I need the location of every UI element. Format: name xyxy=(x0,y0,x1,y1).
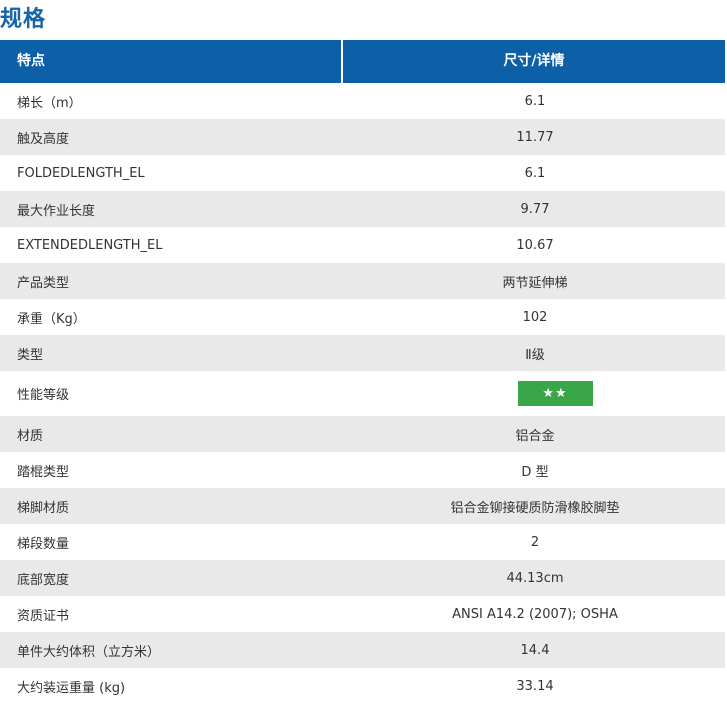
table-row: 底部宽度 44.13cm xyxy=(0,560,725,596)
row-label: 梯长（m） xyxy=(17,95,82,111)
row-label: 性能等级 xyxy=(17,388,70,403)
row-value: 铝合金 xyxy=(515,428,555,444)
row-label: 梯段数量 xyxy=(17,536,70,552)
row-label: 最大作业长度 xyxy=(17,203,96,219)
table-row: 大约装运重量 (kg) 33.14 xyxy=(0,668,725,704)
table-row: 性能等级 ★★ xyxy=(0,371,725,416)
spec-page: 规格 特点 尺寸/详情 梯长（m） 6.1 触及高度 11.77 FOLDEDL… xyxy=(0,0,727,710)
row-value: 44.13cm xyxy=(506,570,564,586)
row-label: 底部宽度 xyxy=(17,572,70,588)
row-value: Ⅱ级 xyxy=(525,347,545,363)
row-label: 单件大约体积（立方米） xyxy=(17,644,161,660)
table-row: 踏棍类型 D 型 xyxy=(0,452,725,488)
header-feature: 特点 xyxy=(0,40,343,83)
rating-badge: ★★ xyxy=(517,381,593,406)
row-label: 踏棍类型 xyxy=(17,464,70,480)
row-value: 6.1 xyxy=(524,93,546,109)
row-label: 类型 xyxy=(17,347,44,363)
row-value: 两节延伸梯 xyxy=(502,275,568,291)
table-row: 梯长（m） 6.1 xyxy=(0,83,725,119)
row-label: EXTENDEDLENGTH_EL xyxy=(17,237,163,253)
spec-table: 特点 尺寸/详情 梯长（m） 6.1 触及高度 11.77 FOLDEDLENG… xyxy=(0,40,725,704)
table-header: 特点 尺寸/详情 xyxy=(0,40,725,83)
table-row: 资质证书 ANSI A14.2 (2007); OSHA xyxy=(0,596,725,632)
table-row: 梯脚材质 铝合金铆接硬质防滑橡胶脚垫 xyxy=(0,488,725,524)
row-label: 承重（Kg） xyxy=(17,311,86,327)
table-row: 产品类型 两节延伸梯 xyxy=(0,263,725,299)
row-value: 102 xyxy=(522,309,548,325)
table-row: 触及高度 11.77 xyxy=(0,119,725,155)
section-title: 规格 xyxy=(0,7,47,32)
row-value: 6.1 xyxy=(524,165,546,181)
row-value: D 型 xyxy=(521,464,549,480)
star-icon: ★★ xyxy=(542,386,568,401)
row-value: ANSI A14.2 (2007); OSHA xyxy=(452,606,618,622)
table-row: EXTENDEDLENGTH_EL 10.67 xyxy=(0,227,725,263)
row-value: 9.77 xyxy=(520,201,550,217)
table-row: 承重（Kg） 102 xyxy=(0,299,725,335)
row-label: FOLDEDLENGTH_EL xyxy=(17,165,145,181)
table-row: 材质 铝合金 xyxy=(0,416,725,452)
row-label: 触及高度 xyxy=(17,131,70,147)
header-detail: 尺寸/详情 xyxy=(503,53,565,69)
row-label: 产品类型 xyxy=(17,275,70,291)
table-row: 单件大约体积（立方米） 14.4 xyxy=(0,632,725,668)
table-row: 梯段数量 2 xyxy=(0,524,725,560)
row-label: 大约装运重量 (kg) xyxy=(17,680,126,696)
row-label: 梯脚材质 xyxy=(17,500,70,516)
row-value: 11.77 xyxy=(516,129,554,145)
table-row: 最大作业长度 9.77 xyxy=(0,191,725,227)
row-label: 材质 xyxy=(17,428,44,444)
row-value: 2 xyxy=(530,534,540,550)
table-row: FOLDEDLENGTH_EL 6.1 xyxy=(0,155,725,191)
table-row: 类型 Ⅱ级 xyxy=(0,335,725,371)
row-label: 资质证书 xyxy=(17,608,70,624)
row-value: 14.4 xyxy=(520,642,550,658)
row-value: 33.14 xyxy=(516,678,554,694)
row-value: ★★ xyxy=(345,371,725,416)
row-value: 10.67 xyxy=(516,237,554,253)
row-value: 铝合金铆接硬质防滑橡胶脚垫 xyxy=(450,500,620,516)
